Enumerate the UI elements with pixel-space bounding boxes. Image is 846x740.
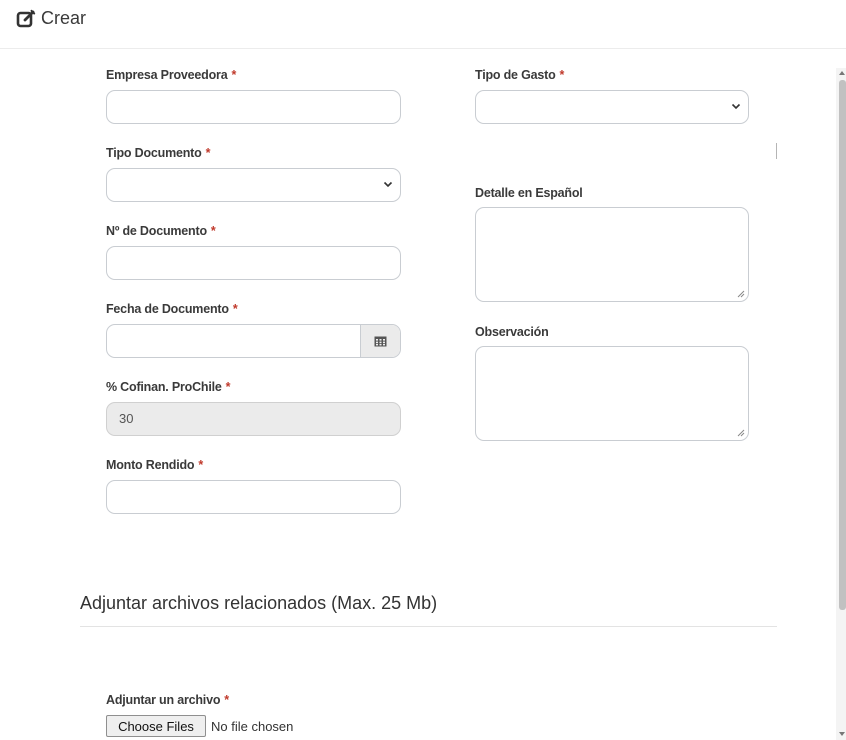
chevron-down-icon xyxy=(731,103,741,110)
empresa-input[interactable] xyxy=(106,90,401,124)
choose-files-button[interactable]: Choose Files xyxy=(106,715,206,737)
cofinan-label: % Cofinan. ProChile * xyxy=(106,380,231,394)
page-title: Crear xyxy=(41,8,87,28)
observacion-label: Observación xyxy=(475,325,549,339)
calendar-icon xyxy=(374,336,387,347)
divider-mark xyxy=(776,143,777,159)
tipo-documento-select[interactable] xyxy=(106,168,401,202)
tipo-documento-label: Tipo Documento * xyxy=(106,146,211,160)
numero-documento-input[interactable] xyxy=(106,246,401,280)
file-label: Adjuntar un archivo * xyxy=(106,693,229,707)
page-header: Crear xyxy=(0,0,846,49)
tipo-gasto-select[interactable] xyxy=(475,90,749,124)
resize-handle-icon[interactable] xyxy=(737,290,745,298)
detalle-textarea[interactable] xyxy=(475,207,749,302)
chevron-down-icon xyxy=(383,181,393,188)
resize-handle-icon[interactable] xyxy=(737,429,745,437)
numero-documento-label: Nº de Documento * xyxy=(106,224,216,238)
fecha-input[interactable] xyxy=(106,324,401,358)
attachments-title: Adjuntar archivos relacionados (Max. 25 … xyxy=(80,593,438,613)
scroll-up-icon[interactable] xyxy=(839,70,845,76)
file-status-text: No file chosen xyxy=(211,719,294,734)
scroll-down-icon[interactable] xyxy=(839,731,845,737)
tipo-gasto-label: Tipo de Gasto * xyxy=(475,68,565,82)
monto-label: Monto Rendido * xyxy=(106,458,204,472)
calendar-button[interactable] xyxy=(360,325,400,357)
cofinan-input: 30 xyxy=(106,402,401,436)
detalle-label: Detalle en Español xyxy=(475,186,583,200)
section-divider xyxy=(80,626,777,627)
observacion-textarea[interactable] xyxy=(475,346,749,441)
empresa-label: Empresa Proveedora * xyxy=(106,68,237,82)
monto-input[interactable] xyxy=(106,480,401,514)
scrollbar-thumb[interactable] xyxy=(839,80,846,610)
edit-square-icon xyxy=(16,9,36,28)
fecha-label: Fecha de Documento * xyxy=(106,302,238,316)
